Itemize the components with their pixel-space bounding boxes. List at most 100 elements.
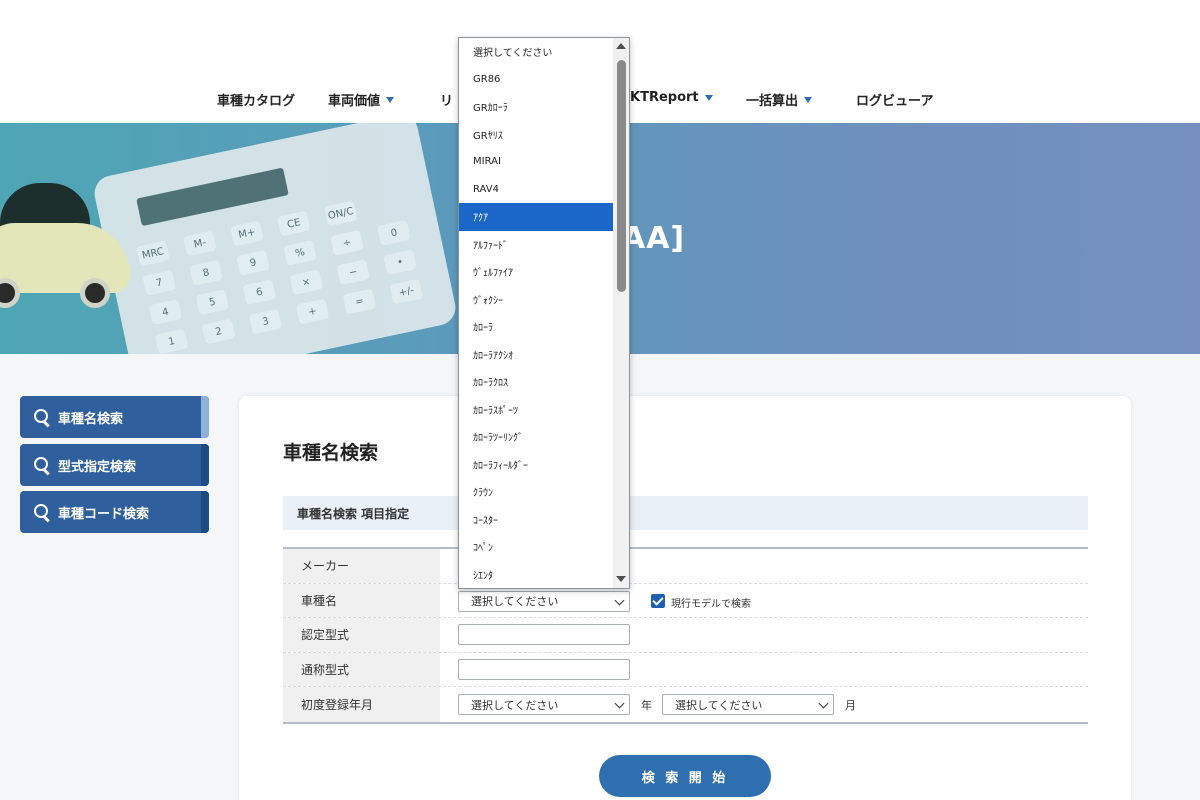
month-unit: 月 <box>845 699 856 712</box>
dropdown-option[interactable]: ｶﾛｰﾗﾂｰﾘﾝｸﾞ <box>459 423 613 451</box>
calculator-key: % <box>283 239 317 266</box>
field-label: 初度登録年月 <box>283 687 440 722</box>
dropdown-option[interactable]: ｱﾙﾌｧｰﾄﾞ <box>459 231 613 259</box>
calculator-key: 4 <box>148 299 183 326</box>
calculator-key: 8 <box>189 259 223 286</box>
common-type-input[interactable] <box>458 658 630 680</box>
scrollbar-thumb[interactable] <box>617 60 626 292</box>
calculator-key: + <box>295 298 330 325</box>
dropdown-option[interactable]: ｶﾛｰﾗｸﾛｽ <box>459 368 613 396</box>
nav-item-label: KTReport <box>630 90 699 105</box>
search-start-button[interactable]: 検 索 開 始 <box>599 755 771 797</box>
calculator-key: 3 <box>248 308 283 335</box>
field-label: 車種名 <box>283 583 440 617</box>
calculator-key: ÷ <box>330 229 364 256</box>
scroll-down-icon[interactable] <box>616 576 626 582</box>
sidebar-item-type-search[interactable]: 型式指定検索 <box>20 444 209 486</box>
chevron-down-icon <box>818 698 829 709</box>
calculator-key: 7 <box>142 269 176 296</box>
caret-down-icon <box>704 94 713 101</box>
hero-title: AA] <box>622 221 686 256</box>
active-indicator <box>201 396 209 438</box>
calculator-illustration: MRC M- M+ CE ON/C 7 8 9 % ÷ 4 5 6 × − 1 … <box>91 123 459 354</box>
toy-car-illustration <box>0 183 130 313</box>
dropdown-option[interactable]: ｳﾞｪﾙﾌｧｲｱ <box>459 258 613 286</box>
page-title: 車種名検索 <box>283 442 379 464</box>
dropdown-option[interactable]: ｸﾗｳﾝ <box>459 478 613 506</box>
chevron-down-icon <box>614 595 625 605</box>
dropdown-option[interactable]: GR86 <box>459 66 613 94</box>
calculator-key: × <box>289 269 324 296</box>
dropdown-option[interactable]: ｶﾛｰﾗ <box>459 313 613 341</box>
car-wheel <box>80 278 110 308</box>
calculator-key: 1 <box>154 328 189 354</box>
search-form: メーカー 車種名 選択してください 現行モデルで検索 認定型式 通称型式 初度登… <box>283 547 1088 724</box>
model-name-select[interactable]: 選択してください <box>458 590 630 612</box>
search-icon <box>34 409 50 425</box>
calculator-key: M+ <box>230 220 264 247</box>
nav-item-batch-calc[interactable]: 一括算出 <box>746 90 813 109</box>
sidebar-item-code-search[interactable]: 車種コード検索 <box>20 491 209 533</box>
dropdown-option[interactable]: ｶﾛｰﾗﾌｨｰﾙﾀﾞｰ <box>459 451 613 479</box>
calculator-key: = <box>342 288 377 315</box>
search-icon <box>34 457 50 473</box>
dropdown-option[interactable]: ｳﾞｫｸｼｰ <box>459 286 613 314</box>
calculator-key: MRC <box>136 240 170 267</box>
calculator-key: • <box>383 249 417 276</box>
nav-item-ktreport[interactable]: KTReport <box>630 90 713 105</box>
dropdown-option[interactable]: RAV4 <box>459 176 613 204</box>
dropdown-option[interactable]: 選択してください <box>459 38 613 66</box>
model-name-dropdown-list[interactable]: 選択してください GR86 GRｶﾛｰﾗ GRﾔﾘｽ MIRAI RAV4 ｱｸ… <box>458 37 630 589</box>
scroll-up-icon[interactable] <box>616 43 626 49</box>
nav-item-label: 車種カタログ <box>217 94 296 109</box>
nav-item-partial[interactable]: リ <box>440 90 453 109</box>
select-value: 選択してください <box>471 698 559 712</box>
field-label: 通称型式 <box>283 652 440 686</box>
field-label: メーカー <box>283 549 440 583</box>
calculator-key: − <box>336 259 370 286</box>
registration-year-select[interactable]: 選択してください <box>458 694 630 715</box>
caret-down-icon <box>804 96 813 103</box>
year-unit: 年 <box>641 699 652 712</box>
dropdown-option[interactable]: GRｶﾛｰﾗ <box>459 93 613 121</box>
search-card: 車種名検索 車種名検索 項目指定 メーカー 車種名 選択してください 現行モデル… <box>239 396 1131 800</box>
search-icon <box>34 504 50 520</box>
dropdown-option[interactable]: ｺｰｽﾀｰ <box>459 506 613 534</box>
sidebar-edge <box>201 491 209 533</box>
nav-item-catalog[interactable]: 車種カタログ <box>217 90 295 109</box>
nav-item-log-viewer[interactable]: ログビューア <box>856 90 933 109</box>
nav-item-label: ログビューア <box>856 94 934 109</box>
form-row-certified-type: 認定型式 <box>283 618 1088 653</box>
select-value: 選択してください <box>471 595 559 608</box>
dropdown-option[interactable]: ｺﾍﾟﾝ <box>459 533 613 561</box>
calculator-key: 0 <box>377 219 411 246</box>
dropdown-option[interactable]: ｶﾛｰﾗｱｸｼｵ <box>459 341 613 369</box>
calculator-key: 6 <box>242 279 277 306</box>
chevron-down-icon <box>614 698 625 709</box>
nav-item-label: 一括算出 <box>746 94 799 109</box>
dropdown-scrollbar[interactable] <box>613 38 629 588</box>
field-label: 認定型式 <box>283 618 440 652</box>
calculator-key: 5 <box>195 289 230 316</box>
dropdown-option[interactable]: MIRAI <box>459 148 613 176</box>
registration-month-select[interactable]: 選択してください <box>662 694 834 715</box>
sidebar-item-label: 車種名検索 <box>58 411 124 427</box>
form-row-first-registration: 初度登録年月 選択してください 年 選択してください 月 <box>283 687 1088 722</box>
current-model-checkbox[interactable] <box>651 593 665 608</box>
dropdown-option[interactable]: ｶﾛｰﾗｽﾎﾟｰﾂ <box>459 396 613 424</box>
dropdown-option[interactable]: GRﾔﾘｽ <box>459 121 613 149</box>
dropdown-option[interactable]: ｼｴﾝﾀ <box>459 561 613 589</box>
dropdown-option-selected[interactable]: ｱｸｱ <box>459 203 613 231</box>
nav-item-label: リ <box>440 94 454 109</box>
form-row-maker: メーカー <box>283 549 1088 584</box>
sidebar-edge <box>201 444 209 486</box>
caret-down-icon <box>386 96 395 103</box>
calculator-key: ON/C <box>323 200 358 227</box>
select-value: 選択してください <box>675 698 763 712</box>
certified-type-input[interactable] <box>458 624 630 645</box>
sidebar-item-model-name-search[interactable]: 車種名検索 <box>20 396 209 438</box>
calculator-key: +/- <box>389 278 424 305</box>
nav-item-vehicle-value[interactable]: 車両価値 <box>328 90 395 109</box>
calculator-key: 2 <box>201 318 236 345</box>
nav-item-label: 車両価値 <box>328 94 381 109</box>
